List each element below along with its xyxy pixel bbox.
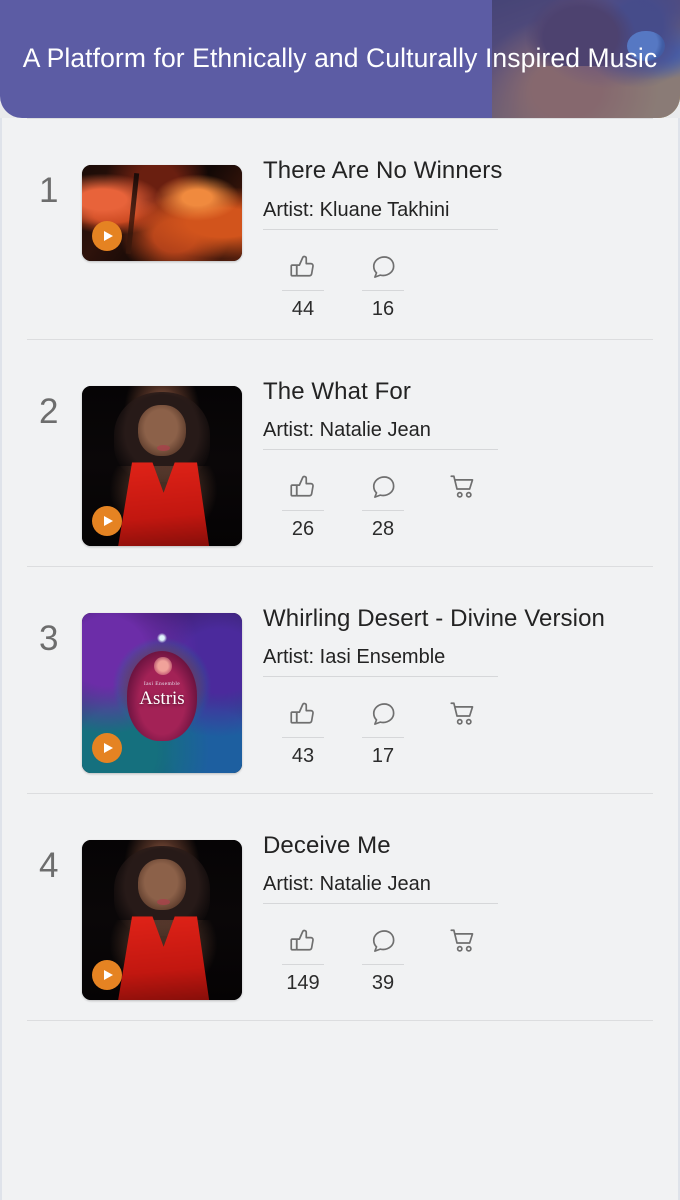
play-triangle	[104, 231, 113, 241]
track-artwork[interactable]	[82, 385, 242, 546]
comment-count: 39	[371, 972, 395, 995]
track-rank: 4	[39, 845, 59, 885]
track-artist[interactable]: Artist: Natalie Jean	[263, 872, 498, 896]
track-actions: 149 39	[263, 922, 653, 993]
thumbs-up-icon[interactable]	[288, 248, 318, 286]
thumbs-up-icon[interactable]	[288, 922, 318, 960]
row-divider	[27, 1019, 653, 1021]
track-rank: 2	[39, 391, 59, 431]
comment-count-rule	[362, 510, 404, 512]
comment-count-rule	[362, 964, 404, 966]
cart-action[interactable]	[423, 695, 503, 746]
track-title[interactable]: The What For	[263, 374, 653, 410]
comment-action[interactable]: 39	[343, 922, 423, 993]
like-action[interactable]: 43	[263, 695, 343, 766]
cart-action[interactable]	[423, 468, 503, 519]
track-title[interactable]: Whirling Desert - Divine Version	[263, 601, 653, 637]
track-list: 1 There Are No Winners Artist: Kluane Ta…	[0, 118, 680, 1200]
like-count: 43	[291, 745, 315, 768]
track-artist-block: Artist: Iasi Ensemble	[263, 645, 498, 678]
like-count-rule	[282, 510, 324, 512]
track-info: Deceive Me Artist: Natalie Jean 149 39	[242, 816, 653, 993]
portrait-lips	[157, 444, 170, 452]
comment-count-rule	[362, 737, 404, 739]
comment-bubble-icon[interactable]	[368, 695, 398, 733]
cart-action[interactable]	[423, 922, 503, 973]
track-artwork[interactable]: Iasi Ensemble Astris	[82, 612, 242, 773]
track-row-1[interactable]: 1 There Are No Winners Artist: Kluane Ta…	[2, 119, 678, 339]
cosmic-glow	[154, 657, 172, 675]
cosmic-snowflake	[157, 633, 167, 643]
like-action[interactable]: 149	[263, 922, 343, 993]
play-icon[interactable]	[92, 959, 122, 990]
track-thumbnail-wrap[interactable]	[82, 385, 242, 546]
like-count-rule	[282, 737, 324, 739]
comment-count: 16	[371, 297, 395, 320]
page-title: A Platform for Ethnically and Culturally…	[22, 43, 658, 74]
comment-bubble-icon[interactable]	[368, 248, 398, 286]
track-actions: 26 28	[263, 468, 653, 539]
play-icon[interactable]	[92, 732, 122, 763]
track-row-3[interactable]: 3 Iasi Ensemble Astris Whirling Desert - …	[2, 567, 678, 793]
artwork-small-text: Iasi Ensemble	[143, 681, 181, 688]
comment-action[interactable]: 17	[343, 695, 423, 766]
track-actions: 44 16	[263, 248, 653, 319]
track-artist-block: Artist: Kluane Takhini	[263, 198, 498, 230]
track-rank: 3	[39, 618, 59, 658]
play-triangle	[104, 969, 113, 980]
track-artist[interactable]: Artist: Natalie Jean	[263, 418, 498, 442]
track-rank: 1	[39, 171, 59, 210]
thumbs-up-icon[interactable]	[288, 695, 318, 733]
track-info: Whirling Desert - Divine Version Artist:…	[242, 589, 653, 766]
like-count: 149	[286, 972, 320, 995]
play-icon[interactable]	[92, 505, 122, 536]
comment-count: 17	[371, 745, 395, 768]
comment-action[interactable]: 16	[343, 248, 423, 319]
track-thumbnail-wrap[interactable]: Iasi Ensemble Astris	[82, 612, 242, 773]
page-header: A Platform for Ethnically and Culturally…	[0, 0, 680, 118]
track-info: There Are No Winners Artist: Kluane Takh…	[242, 141, 653, 319]
portrait-lips	[157, 898, 170, 906]
like-count-rule	[282, 964, 324, 966]
like-action[interactable]: 44	[263, 248, 343, 319]
shopping-cart-icon[interactable]	[448, 922, 478, 960]
track-title[interactable]: There Are No Winners	[263, 153, 653, 189]
artwork-main-text: Astris	[139, 687, 185, 709]
track-title[interactable]: Deceive Me	[263, 828, 653, 864]
track-info: The What For Artist: Natalie Jean 26 28	[242, 362, 653, 539]
track-artist-block: Artist: Natalie Jean	[263, 418, 498, 451]
track-artist[interactable]: Artist: Iasi Ensemble	[263, 645, 498, 669]
shopping-cart-icon[interactable]	[448, 468, 478, 506]
track-artwork[interactable]	[82, 839, 242, 1000]
track-row-4[interactable]: 4 Deceive Me Artist: Natalie Jean 149 39	[2, 794, 678, 1020]
track-artist-block: Artist: Natalie Jean	[263, 872, 498, 905]
comment-count-rule	[362, 289, 404, 291]
comment-bubble-icon[interactable]	[368, 922, 398, 960]
play-icon[interactable]	[92, 221, 122, 251]
play-triangle	[104, 742, 113, 753]
track-artist[interactable]: Artist: Kluane Takhini	[263, 198, 498, 222]
track-artwork[interactable]	[82, 165, 242, 261]
like-count: 44	[291, 297, 315, 320]
track-thumbnail-wrap[interactable]	[82, 165, 242, 261]
music-chart-page: A Platform for Ethnically and Culturally…	[0, 0, 680, 1200]
like-count: 26	[291, 518, 315, 541]
like-count-rule	[282, 289, 324, 291]
shopping-cart-icon[interactable]	[448, 695, 478, 733]
comment-bubble-icon[interactable]	[368, 468, 398, 506]
like-action[interactable]: 26	[263, 468, 343, 539]
track-actions: 43 17	[263, 695, 653, 766]
play-triangle	[104, 515, 113, 526]
track-thumbnail-wrap[interactable]	[82, 839, 242, 1000]
thumbs-up-icon[interactable]	[288, 468, 318, 506]
track-row-2[interactable]: 2 The What For Artist: Natalie Jean 26 2…	[2, 340, 678, 566]
comment-count: 28	[371, 518, 395, 541]
comment-action[interactable]: 28	[343, 468, 423, 539]
